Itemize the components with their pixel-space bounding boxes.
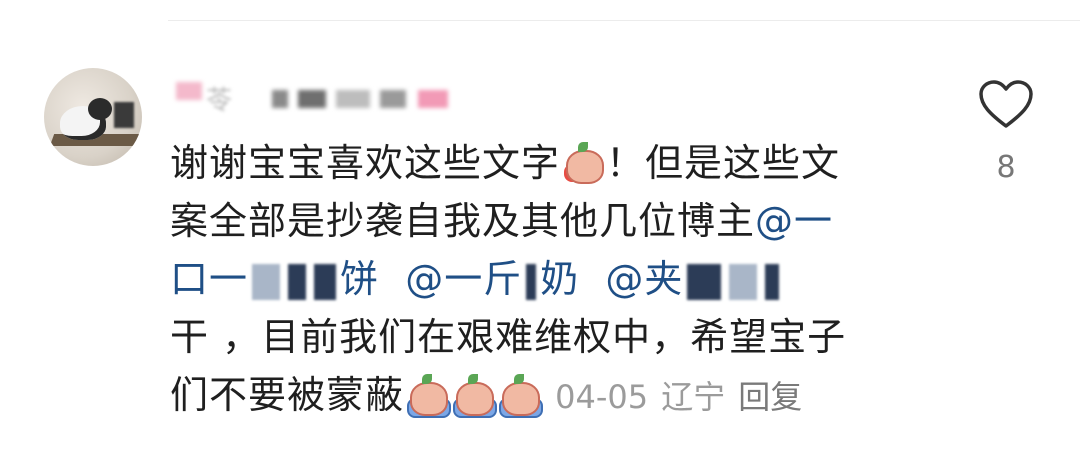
- redacted-block: [526, 263, 537, 300]
- comment-body: 谢谢宝宝喜欢这些文字 ！但是这些文 案全部是抄袭自我及其他几位博主@一 口一 饼 @…: [170, 134, 930, 424]
- mention-link-1[interactable]: @一: [755, 199, 833, 243]
- mention-link-1-cont[interactable]: 口一: [170, 257, 248, 301]
- redacted-block: [314, 263, 337, 300]
- like-button[interactable]: 8: [976, 80, 1036, 185]
- username[interactable]: 苓: [172, 74, 492, 116]
- heart-outline-icon[interactable]: [978, 80, 1034, 130]
- peach-crying-emoji-icon: [452, 374, 498, 418]
- mention-link-1-end[interactable]: 饼: [340, 257, 379, 301]
- top-divider: [168, 20, 1080, 21]
- username-text: 苓: [206, 86, 233, 116]
- redacted-block: [288, 263, 307, 300]
- mention-link-3[interactable]: @夹: [605, 257, 683, 301]
- avatar[interactable]: [44, 68, 142, 166]
- like-count: 8: [996, 150, 1016, 185]
- redacted-block: [252, 263, 281, 300]
- comment-date: 04-05: [555, 378, 649, 416]
- mention-link-2[interactable]: @一斤: [405, 257, 522, 301]
- peach-red-emoji-icon: [562, 142, 605, 184]
- mention-link-2-end[interactable]: 奶: [540, 257, 579, 301]
- comment-line-5: 们不要被蒙蔽 04-05 辽宁 回复: [170, 373, 803, 418]
- peach-crying-emoji-icon: [406, 374, 452, 418]
- comment-line-1: 谢谢宝宝喜欢这些文字 ！但是这些文: [170, 141, 841, 185]
- comment-line-2: 案全部是抄袭自我及其他几位博主@一: [170, 199, 834, 243]
- peach-crying-emoji-icon: [498, 374, 544, 418]
- comment-line-4: 干 ，目前我们在艰难维权中，希望宝子: [170, 315, 847, 359]
- redacted-block: [765, 263, 780, 300]
- reply-button[interactable]: 回复: [738, 378, 802, 416]
- comment-location: 辽宁: [661, 378, 726, 416]
- comment-line-3: 口一 饼 @一斤奶 @夹: [170, 250, 930, 308]
- redacted-block: [687, 263, 722, 300]
- redacted-block: [729, 263, 758, 300]
